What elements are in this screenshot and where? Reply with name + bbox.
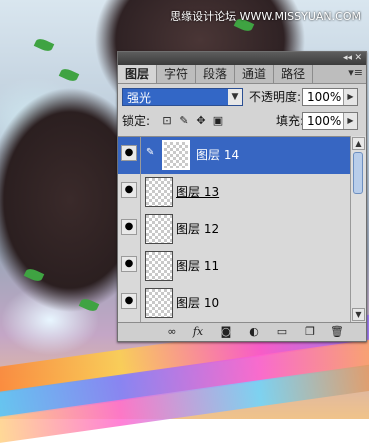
layer-name[interactable]: 图层 13 — [176, 174, 219, 211]
eye-icon[interactable]: ● — [121, 145, 137, 161]
layer-row[interactable]: ● 图层 12 — [118, 211, 350, 249]
tab-paths[interactable]: 路径 — [274, 65, 314, 83]
layer-list: ● ✎ 图层 14 ● 图层 13 ● 图层 12 ● 图层 11 ● 图层 1… — [118, 136, 350, 323]
divider — [140, 137, 141, 174]
scroll-thumb[interactable] — [353, 152, 363, 194]
collapse-icon[interactable]: ◂◂ — [343, 52, 352, 65]
opacity-value: 100% — [307, 90, 342, 104]
leaf-decoration — [78, 296, 100, 314]
layer-row[interactable]: ● 图层 11 — [118, 248, 350, 286]
layer-thumbnail — [145, 177, 173, 207]
blend-mode-value: 强光 — [127, 91, 152, 105]
eye-icon[interactable]: ● — [121, 293, 137, 309]
lock-fill-row: 锁定: ⊡ ✎ ✥ ▣ 填充: 100% ▶ — [122, 112, 362, 132]
fill-value: 100% — [307, 114, 342, 128]
new-group-icon[interactable]: ▭ — [274, 325, 290, 339]
layer-name[interactable]: 图层 14 — [196, 137, 239, 174]
opacity-field[interactable]: 100% ▶ — [302, 88, 358, 106]
panel-footer: ∞ fx ◙ ◐ ▭ ❐ 🗑 — [118, 322, 366, 341]
layer-style-icon[interactable]: fx — [190, 325, 206, 339]
layer-row[interactable]: ● ✎ 图层 14 — [118, 137, 350, 175]
eye-icon[interactable]: ● — [121, 219, 137, 235]
watermark-text: 思缘设计论坛 WWW.MISSYUAN.COM — [170, 10, 361, 23]
link-layers-icon[interactable]: ∞ — [164, 325, 180, 339]
divider — [140, 211, 141, 248]
chevron-down-icon[interactable]: ▼ — [228, 89, 242, 105]
eye-icon[interactable]: ● — [121, 182, 137, 198]
layer-row[interactable]: ● 图层 13 — [118, 174, 350, 212]
layer-thumbnail — [162, 140, 190, 170]
panel-tabs: 图层 字符 段落 通道 路径 ▾≡ — [118, 65, 366, 84]
divider — [140, 174, 141, 211]
leaf-decoration — [23, 266, 45, 284]
layer-thumbnail — [145, 214, 173, 244]
arrow-right-icon[interactable]: ▶ — [343, 113, 357, 129]
fill-field[interactable]: 100% ▶ — [302, 112, 358, 130]
lock-move-icon[interactable]: ✥ — [194, 114, 208, 128]
scroll-down-icon[interactable]: ▼ — [352, 308, 365, 321]
divider — [140, 248, 141, 285]
tab-paragraph[interactable]: 段落 — [196, 65, 236, 83]
leaf-decoration — [33, 36, 55, 54]
lock-all-icon[interactable]: ▣ — [211, 114, 225, 128]
lock-label: 锁定: — [122, 114, 151, 128]
layer-thumbnail — [145, 251, 173, 281]
leaf-decoration — [58, 66, 80, 84]
divider — [140, 285, 141, 322]
panel-titlebar[interactable]: ◂◂ ✕ — [118, 52, 366, 65]
layer-name[interactable]: 图层 11 — [176, 248, 219, 285]
arrow-right-icon[interactable]: ▶ — [343, 89, 357, 105]
layer-row[interactable]: ● 图层 10 — [118, 285, 350, 323]
layer-list-scrollbar[interactable]: ▲ ▼ — [350, 136, 366, 322]
tab-channels[interactable]: 通道 — [235, 65, 275, 83]
opacity-label: 不透明度: — [249, 90, 302, 104]
layer-name[interactable]: 图层 12 — [176, 211, 219, 248]
panel-menu-icon[interactable]: ▾≡ — [348, 66, 363, 79]
eye-icon[interactable]: ● — [121, 256, 137, 272]
trash-icon[interactable]: 🗑 — [329, 325, 345, 339]
close-icon[interactable]: ✕ — [354, 52, 362, 65]
layer-thumbnail — [145, 288, 173, 318]
adjustment-layer-icon[interactable]: ◐ — [246, 325, 262, 339]
layer-mask-icon[interactable]: ◙ — [218, 325, 234, 339]
tab-character[interactable]: 字符 — [157, 65, 197, 83]
layer-name[interactable]: 图层 10 — [176, 285, 219, 322]
scroll-up-icon[interactable]: ▲ — [352, 137, 365, 150]
tab-layers[interactable]: 图层 — [118, 65, 158, 83]
brush-icon: ✎ — [146, 147, 155, 158]
fill-label: 填充: — [276, 114, 305, 128]
new-layer-icon[interactable]: ❐ — [302, 325, 318, 339]
blend-mode-select[interactable]: 强光 ▼ — [122, 88, 243, 106]
lock-transparency-icon[interactable]: ⊡ — [160, 114, 174, 128]
layers-panel: ◂◂ ✕ 图层 字符 段落 通道 路径 ▾≡ 强光 ▼ 不透明度: 100% ▶… — [117, 51, 367, 342]
lock-brush-icon[interactable]: ✎ — [177, 114, 191, 128]
blend-opacity-row: 强光 ▼ 不透明度: 100% ▶ — [122, 88, 362, 108]
